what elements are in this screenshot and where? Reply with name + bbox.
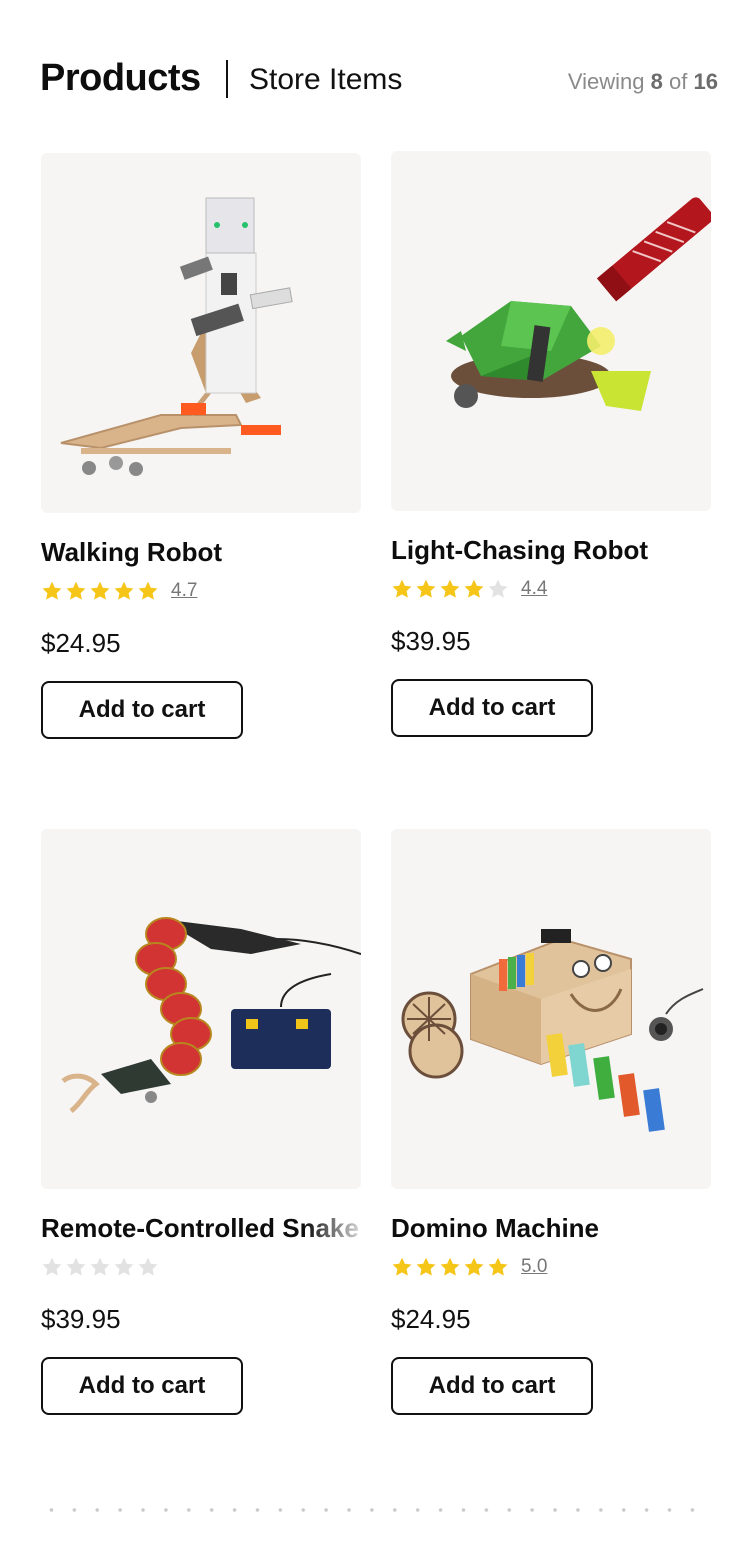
domino-machine-image	[401, 929, 704, 1132]
product-card-walking-robot: Walking Robot 4.7 $24.95 Add to cart	[41, 153, 361, 739]
add-to-cart-button[interactable]: Add to cart	[391, 679, 593, 737]
light-chasing-robot-image	[446, 197, 711, 411]
star-filled-icon	[138, 581, 158, 600]
product-card-remote-controlled-snake: Remote-Controlled Snake $39.95 Add to ca…	[41, 829, 361, 1415]
add-to-cart-button[interactable]: Add to cart	[391, 1357, 593, 1415]
remote-controlled-snake-image	[61, 917, 361, 1114]
star-empty-icon	[42, 1257, 62, 1276]
page-header: Products Store Items Viewing 8 of 16	[40, 56, 718, 104]
star-filled-icon	[90, 581, 110, 600]
product-rating: 5.0	[391, 1253, 547, 1281]
star-filled-icon	[416, 1257, 436, 1276]
rating-score-link[interactable]: 5.0	[521, 1256, 547, 1278]
product-name[interactable]: Remote-Controlled Snake	[41, 1211, 371, 1245]
star-rating	[41, 580, 159, 602]
pagination-dots-divider	[40, 1507, 710, 1513]
star-rating	[41, 1256, 159, 1278]
add-to-cart-button[interactable]: Add to cart	[41, 1357, 243, 1415]
star-filled-icon	[392, 1257, 412, 1276]
product-price: $39.95	[391, 626, 471, 656]
star-filled-icon	[416, 579, 436, 598]
product-image[interactable]	[41, 829, 361, 1189]
star-filled-icon	[464, 1257, 484, 1276]
page-title: Products	[40, 57, 201, 99]
product-name[interactable]: Light-Chasing Robot	[391, 533, 721, 567]
viewing-prefix: Viewing	[567, 69, 645, 94]
star-rating	[391, 578, 509, 600]
product-price: $39.95	[41, 1304, 121, 1334]
star-filled-icon	[66, 581, 86, 600]
page-subtitle: Store Items	[249, 63, 403, 96]
product-image[interactable]	[391, 151, 711, 511]
star-filled-icon	[440, 1257, 460, 1276]
product-name[interactable]: Walking Robot	[41, 535, 371, 569]
product-card-light-chasing-robot: Light-Chasing Robot 4.4 $39.95 Add to ca…	[391, 151, 711, 737]
viewing-of: of	[669, 69, 688, 94]
product-rating	[41, 1253, 159, 1281]
product-image[interactable]	[391, 829, 711, 1189]
star-empty-icon	[90, 1257, 110, 1276]
star-filled-icon	[464, 579, 484, 598]
star-empty-icon	[114, 1257, 134, 1276]
product-price: $24.95	[41, 628, 121, 658]
star-rating	[391, 1256, 509, 1278]
product-card-domino-machine: Domino Machine 5.0 $24.95 Add to cart	[391, 829, 711, 1415]
star-filled-icon	[114, 581, 134, 600]
star-empty-icon	[66, 1257, 86, 1276]
viewing-count: Viewing 8 of 16	[568, 66, 718, 98]
star-filled-icon	[440, 579, 460, 598]
star-empty-icon	[488, 579, 508, 598]
viewing-total: 16	[693, 69, 718, 94]
rating-score-link[interactable]: 4.7	[171, 580, 197, 602]
star-filled-icon	[488, 1257, 508, 1276]
product-rating: 4.7	[41, 577, 197, 605]
viewing-current: 8	[650, 69, 663, 94]
star-empty-icon	[138, 1257, 158, 1276]
add-to-cart-button[interactable]: Add to cart	[41, 681, 243, 739]
product-image[interactable]	[41, 153, 361, 513]
product-rating: 4.4	[391, 575, 547, 603]
star-filled-icon	[392, 579, 412, 598]
product-price: $24.95	[391, 1304, 471, 1334]
title-divider	[226, 60, 228, 98]
product-name[interactable]: Domino Machine	[391, 1211, 721, 1245]
rating-score-link[interactable]: 4.4	[521, 578, 547, 600]
star-filled-icon	[42, 581, 62, 600]
walking-robot-image	[60, 197, 293, 476]
